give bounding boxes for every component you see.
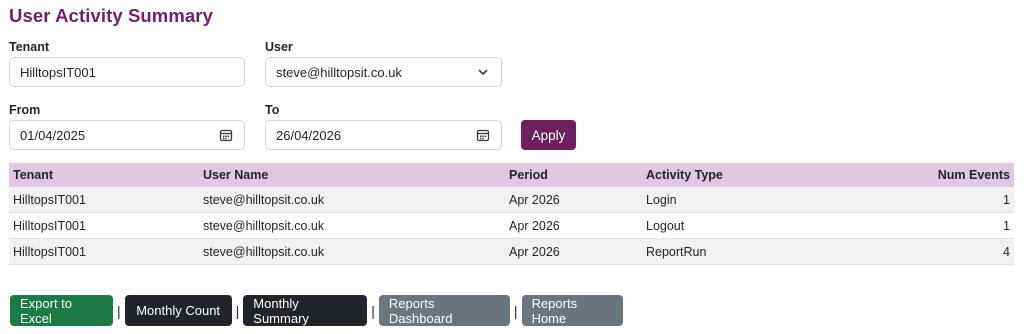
footer-actions: Export to Excel | Monthly Count | Monthl… <box>10 295 623 326</box>
tenant-label: Tenant <box>9 40 50 54</box>
separator: | <box>371 302 375 319</box>
from-label: From <box>9 103 41 117</box>
cell-period: Apr 2026 <box>505 212 642 239</box>
to-date-value: 26/04/2026 <box>276 127 342 143</box>
to-label: To <box>265 103 280 117</box>
reports-home-button[interactable]: Reports Home <box>521 295 623 326</box>
header-user-name: User Name <box>199 163 505 187</box>
cell-num-events: 1 <box>880 187 1014 213</box>
cell-period: Apr 2026 <box>505 187 642 213</box>
header-tenant: Tenant <box>9 163 199 187</box>
from-date-value: 01/04/2025 <box>20 127 86 143</box>
cell-num-events: 4 <box>880 238 1014 265</box>
separator: | <box>235 302 240 319</box>
table-row: HilltopsIT001 steve@hilltopsit.co.uk Apr… <box>9 187 1014 213</box>
cell-user-name: steve@hilltopsit.co.uk <box>199 187 505 213</box>
user-value: steve@hilltopsit.co.uk <box>276 64 402 80</box>
monthly-count-button[interactable]: Monthly Count <box>124 295 232 326</box>
cell-tenant: HilltopsIT001 <box>9 212 199 239</box>
user-label: User <box>265 40 293 54</box>
monthly-summary-button[interactable]: Monthly Summary <box>243 295 368 326</box>
cell-num-events: 1 <box>880 212 1014 239</box>
activity-table: Tenant User Name Period Activity Type Nu… <box>9 163 1014 265</box>
table-header-row: Tenant User Name Period Activity Type Nu… <box>9 163 1014 187</box>
separator: | <box>117 302 121 319</box>
chevron-down-icon <box>475 64 491 80</box>
cell-period: Apr 2026 <box>505 238 642 265</box>
calendar-icon[interactable] <box>218 127 234 143</box>
user-select[interactable]: steve@hilltopsit.co.uk <box>265 57 502 87</box>
tenant-input[interactable]: HilltopsIT001 <box>9 57 245 87</box>
from-date-input[interactable]: 01/04/2025 <box>9 120 245 150</box>
cell-activity-type: ReportRun <box>642 238 880 265</box>
page-title: User Activity Summary <box>9 5 213 26</box>
cell-activity-type: Logout <box>642 212 880 239</box>
header-num-events: Num Events <box>880 163 1014 187</box>
table-row: HilltopsIT001 steve@hilltopsit.co.uk Apr… <box>9 238 1014 265</box>
cell-user-name: steve@hilltopsit.co.uk <box>199 212 505 239</box>
cell-tenant: HilltopsIT001 <box>9 187 199 213</box>
to-date-input[interactable]: 26/04/2026 <box>265 120 502 150</box>
tenant-value: HilltopsIT001 <box>20 64 96 80</box>
cell-activity-type: Login <box>642 187 880 213</box>
export-to-excel-button[interactable]: Export to Excel <box>10 295 113 326</box>
header-activity-type: Activity Type <box>642 163 880 187</box>
separator: | <box>513 302 518 319</box>
header-period: Period <box>505 163 642 187</box>
apply-button[interactable]: Apply <box>521 120 576 150</box>
cell-user-name: steve@hilltopsit.co.uk <box>199 238 505 265</box>
table-row: HilltopsIT001 steve@hilltopsit.co.uk Apr… <box>9 212 1014 239</box>
cell-tenant: HilltopsIT001 <box>9 238 199 265</box>
calendar-icon[interactable] <box>475 127 491 143</box>
reports-dashboard-button[interactable]: Reports Dashboard <box>378 295 510 326</box>
